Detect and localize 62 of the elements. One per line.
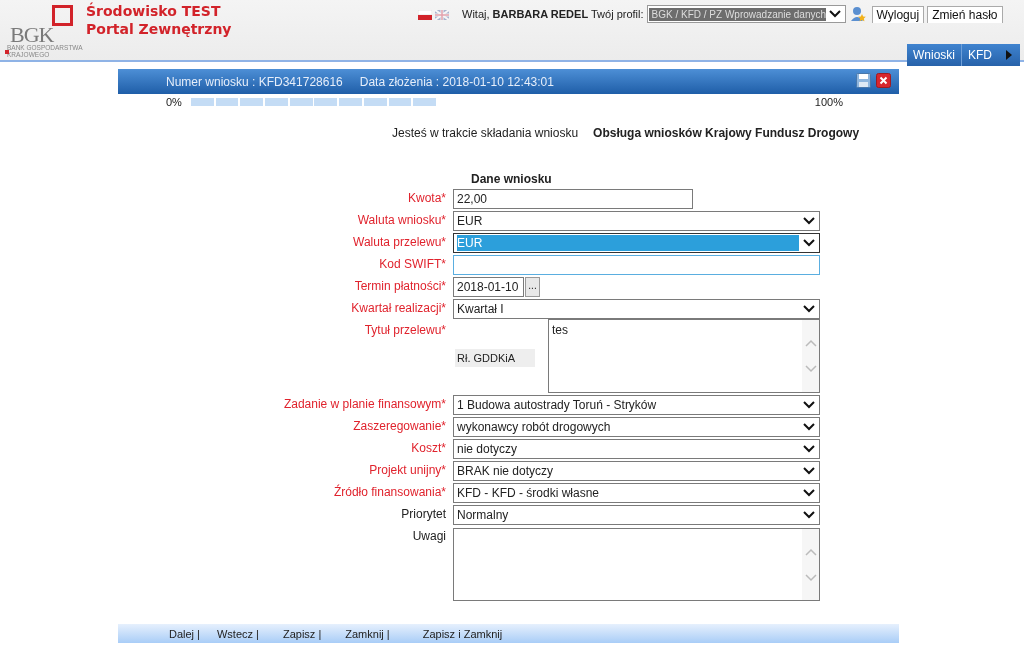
field-label: Waluta przelewu* xyxy=(352,234,446,251)
portal-title: Środowisko TEST xyxy=(86,2,222,20)
chevron-icon[interactable] xyxy=(802,488,816,498)
field-label: Priorytet xyxy=(400,506,446,523)
arrow-icon[interactable] xyxy=(1006,50,1012,60)
progress-start-label: 0% xyxy=(166,96,182,108)
nav-link[interactable]: Wnioski xyxy=(907,44,962,66)
date-picker-button[interactable]: ... xyxy=(525,277,540,297)
field-label: Kod SWIFT* xyxy=(378,256,446,273)
polish-flag-icon[interactable] xyxy=(418,9,432,19)
section-title: Dane wniosku xyxy=(471,172,553,186)
field-label: Kwartał realizacji* xyxy=(350,300,446,317)
chevron-icon[interactable] xyxy=(802,400,816,410)
field-label: Zaszeregowanie* xyxy=(352,418,446,435)
select-field[interactable]: wykonawcy robót drogowych xyxy=(453,417,820,437)
select-field[interactable]: Kwartał I xyxy=(453,299,820,319)
chevron-icon[interactable] xyxy=(802,422,816,432)
field-label: Projekt unijny* xyxy=(368,462,446,479)
field-label: Waluta wniosku* xyxy=(356,212,446,229)
header-button[interactable]: Zmień hasło xyxy=(927,5,1003,23)
profile-select[interactable]: BGK / KFD / PZ Wprowadzanie danych xyxy=(646,5,846,23)
select-field[interactable]: KFD - KFD - środki własne xyxy=(453,483,820,503)
application-info: Data złożenia : 2018-01-10 12:43:01 xyxy=(359,74,554,89)
footer-link[interactable]: Zamknij | xyxy=(345,627,390,640)
chevron-icon[interactable] xyxy=(802,238,816,248)
field-label: Źródło finansowania* xyxy=(332,483,446,501)
text-input[interactable]: 22,00 xyxy=(453,189,693,209)
select-field[interactable]: Normalny xyxy=(453,505,820,525)
header-button[interactable]: Wyloguj xyxy=(871,5,925,23)
chevron-icon[interactable] xyxy=(802,216,816,226)
field-label: Kwota* xyxy=(406,190,446,207)
field-label: Uwagi xyxy=(411,528,446,545)
progress-end-label: 100% xyxy=(814,96,843,108)
footer-link[interactable]: Wstecz | xyxy=(217,627,259,640)
chevron-icon[interactable] xyxy=(802,466,816,476)
chevron-icon[interactable] xyxy=(802,510,816,520)
field-label: Termin płatności* xyxy=(353,278,446,295)
text-input[interactable] xyxy=(453,255,820,275)
close-icon[interactable] xyxy=(876,73,891,88)
date-input[interactable]: 2018-01-10 xyxy=(453,277,524,297)
footer-link[interactable]: Zapisz i Zamknij xyxy=(422,627,503,640)
process-name: Obsługa wniosków Krajowy Fundusz Drogowy xyxy=(593,126,860,140)
user-icon[interactable] xyxy=(849,6,866,22)
select-field[interactable]: EUR xyxy=(453,211,820,231)
field-label: Zadanie w planie finansowym* xyxy=(282,396,446,413)
field-label: Koszt* xyxy=(410,440,446,457)
chevron-icon[interactable] xyxy=(802,444,816,454)
status-text: Jesteś w trakcie składania wniosku xyxy=(392,126,579,140)
prefix-tag: Rł. GDDKiA xyxy=(455,349,535,367)
field-label: Tytuł przelewu* xyxy=(363,322,446,339)
save-icon[interactable] xyxy=(856,73,871,88)
select-field[interactable]: BRAK nie dotyczy xyxy=(453,461,820,481)
portal-title: Portal Zewnętrzny xyxy=(86,20,232,38)
chevron-icon[interactable] xyxy=(802,304,816,314)
application-info: Numer wniosku : KFD341728616 xyxy=(166,74,343,89)
chevron-icon[interactable] xyxy=(827,9,842,19)
welcome-text: Witaj, BARBARA REDEL Twój profil: xyxy=(462,8,644,20)
select-field[interactable]: nie dotyczy xyxy=(453,439,820,459)
footer-link[interactable]: Dalej | xyxy=(169,627,200,640)
select-field[interactable]: 1 Budowa autostrady Toruń - Stryków xyxy=(453,395,820,415)
footer-link[interactable]: Zapisz | xyxy=(282,627,322,640)
nav-link[interactable]: KFD xyxy=(962,44,1006,66)
